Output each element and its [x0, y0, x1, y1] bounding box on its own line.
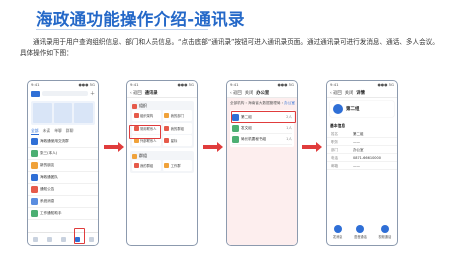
- info-row: 姓名 第二组: [327, 130, 397, 138]
- phone-icon: [356, 225, 365, 233]
- banner-slot[interactable]: [74, 103, 94, 123]
- tab-unread[interactable]: 未读: [43, 128, 51, 135]
- action-bar: 发消息 语音通话 视频通话: [327, 225, 397, 239]
- banner-slot[interactable]: [33, 103, 52, 123]
- org-icon: [132, 103, 137, 109]
- phone-screenshot-contacts: 9:41 ●●● 5G ‹ 返回 通讯录 组织 组织架构 我的部门 常用联系人 我…: [126, 80, 198, 246]
- list-item[interactable]: 海政通团队: [28, 172, 98, 184]
- avatar: [31, 186, 38, 193]
- nav-bar: ‹ 返回 通讯录: [127, 88, 197, 98]
- video-icon: [380, 225, 389, 233]
- title-underline: [36, 29, 208, 30]
- contacts-button-highlight: [74, 228, 85, 244]
- list-item[interactable]: 通知公告: [28, 184, 98, 196]
- selected-row-highlight: [231, 111, 296, 123]
- add-icon[interactable]: ＋: [90, 90, 95, 97]
- app-logo: [31, 90, 40, 97]
- status-bar: 9:41 ●●● 5G: [230, 82, 294, 87]
- group-section: 群组 我的群组 工作群: [130, 151, 194, 173]
- info-row: 职务 ——: [327, 138, 397, 146]
- step-arrow: [104, 142, 124, 152]
- group-icon: [133, 163, 139, 168]
- step-arrow: [302, 142, 322, 152]
- work-group-icon: [164, 163, 170, 168]
- tab-group[interactable]: 群聊: [66, 128, 74, 135]
- app-header: ＋: [28, 88, 98, 99]
- contact-name: 第二组: [346, 107, 360, 112]
- department-icon: [164, 113, 170, 118]
- status-bar: 9:41 ●●● 5G: [31, 82, 95, 87]
- org-structure-button[interactable]: 组织架构: [132, 110, 162, 121]
- info-row: 邮箱 ——: [327, 162, 397, 170]
- step-arrow: [203, 142, 223, 152]
- list-item[interactable]: 局长机要秘书组 1人: [232, 134, 292, 145]
- voice-call-button[interactable]: 语音通话: [354, 225, 367, 239]
- page-background: 全部机构 › 海南省大数据管理局 › 办公室 第二组 2人 发文组 1人 局长机要秘…: [227, 98, 297, 245]
- nav-discover-icon[interactable]: [60, 236, 66, 242]
- close-button[interactable]: 关闭: [345, 90, 354, 96]
- message-icon: [333, 225, 342, 233]
- tab-single[interactable]: 单聊: [54, 128, 62, 135]
- status-bar: 9:41 ●●● 5G: [330, 82, 394, 87]
- starred-button[interactable]: 星标: [162, 135, 192, 146]
- nav-me-icon[interactable]: [88, 236, 94, 242]
- close-button[interactable]: 关闭: [245, 90, 254, 96]
- banner-slot[interactable]: [53, 103, 73, 123]
- work-group-button[interactable]: 工作群: [162, 160, 192, 171]
- avatar: [31, 210, 38, 217]
- nav-title: 通讯录: [144, 90, 158, 96]
- avatar: [31, 198, 38, 205]
- list-item[interactable]: 发文组 1人: [232, 123, 292, 134]
- nav-bar: ‹ 返回 关闭 办公室: [227, 88, 297, 98]
- group-icon: [164, 125, 170, 131]
- bottom-nav: [28, 232, 98, 245]
- org-tree-icon: [133, 113, 139, 118]
- search-input[interactable]: [42, 91, 88, 96]
- avatar: [31, 138, 38, 145]
- avatar: [333, 104, 343, 114]
- list-item[interactable]: 新的朋友: [28, 160, 98, 172]
- back-button[interactable]: ‹ 返回: [330, 90, 342, 96]
- star-icon: [164, 138, 170, 143]
- list-item[interactable]: 张三(本人): [28, 148, 98, 160]
- quick-banner: [31, 101, 95, 125]
- back-button[interactable]: ‹ 返回: [230, 90, 242, 96]
- nav-work-icon[interactable]: [46, 236, 52, 242]
- list-item[interactable]: 工作通知助手: [28, 208, 98, 220]
- list-item[interactable]: 系统消息: [28, 196, 98, 208]
- phone-screenshot-home: 9:41 ●●● 5G ＋ 全部 未读 单聊 群聊 海政通使用交流群 张三(本人)…: [27, 80, 99, 246]
- group-section-icon: [132, 153, 137, 159]
- video-call-button[interactable]: 视频通话: [378, 225, 391, 239]
- description-text: 通讯录用于用户查询组织信息、部门和人员信息。“点击底部“通讯录”按钮可进入通讯录…: [20, 38, 439, 57]
- department-list: 第二组 2人 发文组 1人 局长机要秘书组 1人: [230, 110, 296, 147]
- nav-messages-icon[interactable]: [32, 236, 38, 242]
- message-tabs: 全部 未读 单聊 群聊: [28, 127, 98, 136]
- phone-screenshot-detail: 9:41 ●●● 5G ‹ 返回 关闭 详情 第二组 基本信息 姓名 第二组 职务 —…: [326, 80, 398, 246]
- info-row: 部门 办公室: [327, 146, 397, 154]
- department-icon: [232, 124, 239, 132]
- group-list-button[interactable]: 我的群组: [132, 160, 162, 171]
- page-title: 海政通功能操作介绍-通讯录: [36, 10, 245, 29]
- my-groups-button[interactable]: 我的群组: [162, 122, 192, 134]
- back-button[interactable]: ‹ 返回: [130, 90, 142, 96]
- list-item[interactable]: 海政通使用交流群: [28, 136, 98, 148]
- nav-bar: ‹ 返回 关闭 详情: [327, 88, 397, 98]
- avatar: [31, 162, 38, 169]
- avatar: [31, 150, 38, 157]
- my-department-button[interactable]: 我的部门: [162, 110, 192, 121]
- section-title: 基本信息: [330, 123, 346, 128]
- nav-title: 详情: [356, 90, 365, 96]
- phone-screenshot-department: 9:41 ●●● 5G ‹ 返回 关闭 办公室 全部机构 › 海南省大数据管理局 …: [226, 80, 298, 246]
- description: 通讯录用于用户查询组织信息、部门和人员信息。“点击底部“通讯录”按钮可进入通讯录…: [20, 37, 440, 58]
- org-structure-highlight: [129, 125, 161, 139]
- breadcrumb: 全部机构 › 海南省大数据管理局 › 办公室: [230, 101, 295, 105]
- department-icon: [232, 135, 239, 143]
- tab-all[interactable]: 全部: [31, 128, 39, 135]
- contact-card: 第二组: [330, 101, 394, 117]
- send-message-button[interactable]: 发消息: [333, 225, 342, 239]
- info-row[interactable]: 电话 0871-66610000: [327, 154, 397, 162]
- status-bar: 9:41 ●●● 5G: [130, 82, 194, 87]
- nav-title: 办公室: [256, 90, 270, 96]
- avatar: [31, 174, 38, 181]
